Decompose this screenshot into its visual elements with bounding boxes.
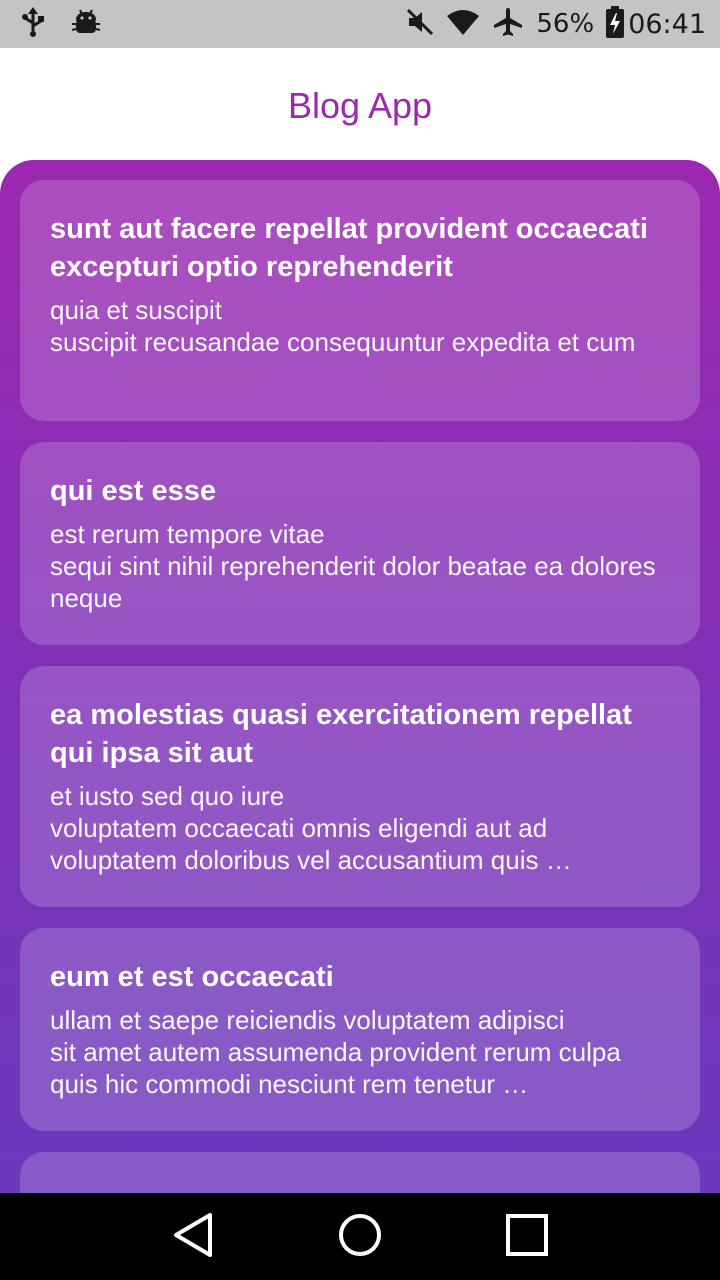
status-left — [20, 7, 126, 41]
post-body: quia et suscipit suscipit recusandae con… — [50, 295, 636, 357]
battery-charging-icon — [606, 6, 625, 42]
app-bar: Blog App — [0, 48, 720, 160]
post-title: qui est esse — [50, 475, 217, 507]
recents-button[interactable] — [497, 1207, 557, 1267]
post-body: est rerum tempore vitae sequi sint nihil… — [50, 519, 656, 613]
home-button[interactable] — [330, 1207, 390, 1267]
airplane-icon — [492, 6, 524, 42]
post-card[interactable]: qui est esse est rerum tempore vitae seq… — [20, 442, 700, 645]
android-debug-icon — [71, 7, 101, 41]
back-button[interactable] — [163, 1207, 223, 1267]
post-card[interactable]: sunt aut facere repellat provident occae… — [20, 180, 700, 421]
post-body: ullam et saepe reiciendis voluptatem adi… — [50, 1005, 621, 1099]
clock: 06:41 — [628, 8, 706, 40]
system-nav-bar — [0, 1193, 720, 1280]
post-title: eum et est occaecati — [50, 961, 334, 993]
status-bar: 56% 06:41 — [0, 0, 720, 48]
post-card-partial[interactable] — [20, 1152, 700, 1193]
recents-icon — [505, 1213, 549, 1261]
back-icon — [172, 1212, 214, 1262]
wifi-icon — [446, 8, 480, 40]
post-title: ea molestias quasi exercitationem repell… — [50, 699, 632, 769]
post-card[interactable]: eum et est occaecati ullam et saepe reic… — [20, 928, 700, 1131]
post-body: et iusto sed quo iure voluptatem occaeca… — [50, 781, 572, 875]
post-list[interactable]: sunt aut facere repellat provident occae… — [0, 160, 720, 1193]
battery-percent: 56% — [536, 9, 595, 39]
post-card[interactable]: ea molestias quasi exercitationem repell… — [20, 666, 700, 907]
page-title: Blog App — [287, 85, 433, 126]
post-title: sunt aut facere repellat provident occae… — [50, 213, 648, 283]
status-right: 56% 06:41 — [394, 6, 706, 42]
home-icon — [337, 1212, 383, 1262]
mute-icon — [406, 8, 434, 40]
usb-icon — [20, 7, 46, 41]
